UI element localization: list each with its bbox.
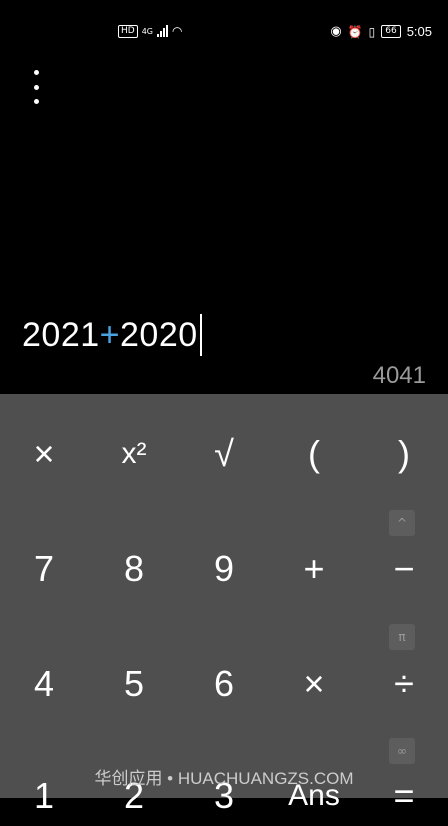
status-left: HD 4G ◠	[118, 24, 182, 38]
key-divide[interactable]: ÷	[374, 654, 434, 714]
key-4[interactable]: 4	[14, 654, 74, 714]
keypad-row-1: × x² √ ( )	[0, 424, 448, 484]
key-7[interactable]: 7	[14, 539, 74, 599]
hd-icon: HD	[118, 24, 138, 38]
network-type: 4G	[141, 26, 153, 36]
key-5[interactable]: 5	[104, 654, 164, 714]
status-right: ◉ ⏰ ▯ 66 5:05	[330, 24, 432, 39]
key-clear-times[interactable]: ×	[14, 424, 74, 484]
expression-display[interactable]: 2021 + 2020	[22, 314, 202, 356]
text-cursor	[199, 314, 202, 356]
keypad-row-2: 7 8 9 + −	[0, 539, 448, 599]
side-key-mid[interactable]: π	[389, 624, 415, 650]
more-options-icon[interactable]	[26, 70, 46, 104]
key-close-paren[interactable]: )	[374, 424, 434, 484]
vibrate-icon: ▯	[368, 24, 376, 39]
expr-right: 2020	[120, 315, 198, 354]
signal-icon	[157, 25, 168, 37]
expr-left: 2021	[22, 315, 100, 354]
key-8[interactable]: 8	[104, 539, 164, 599]
result-display: 4041	[372, 362, 426, 389]
key-square[interactable]: x²	[104, 424, 164, 484]
side-key-infinity[interactable]: ∞	[389, 738, 415, 764]
key-6[interactable]: 6	[194, 654, 254, 714]
wifi-icon: ◠	[172, 24, 183, 38]
clock: 5:05	[406, 24, 432, 39]
key-minus[interactable]: −	[374, 539, 434, 599]
keypad: × x² √ ( ) ^ 7 8 9 + − π 4 5 6 × ÷ ∞ 1 2…	[0, 394, 448, 816]
key-open-paren[interactable]: (	[284, 424, 344, 484]
key-9[interactable]: 9	[194, 539, 254, 599]
eye-icon: ◉	[330, 24, 342, 39]
side-key-up[interactable]: ^	[389, 510, 415, 536]
key-sqrt[interactable]: √	[194, 424, 254, 484]
alarm-icon: ⏰	[347, 24, 363, 39]
expr-operator: +	[99, 315, 120, 354]
key-plus[interactable]: +	[284, 539, 344, 599]
key-multiply[interactable]: ×	[284, 654, 344, 714]
watermark: 华创应用 • HUACHUANGZS.COM	[94, 769, 354, 788]
status-bar: HD 4G ◠ ◉ ⏰ ▯ 66 5:05	[0, 0, 448, 66]
battery-icon: 66	[381, 25, 401, 38]
keypad-row-3: 4 5 6 × ÷	[0, 654, 448, 714]
